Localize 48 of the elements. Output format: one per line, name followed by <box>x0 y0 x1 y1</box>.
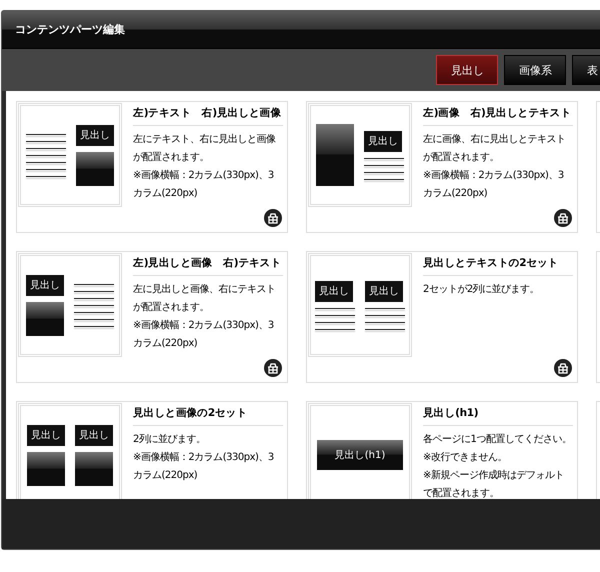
image-sample-icon <box>76 152 114 186</box>
heading-sample: 見出し <box>75 424 113 446</box>
image-sample-icon <box>75 452 113 486</box>
part-title: 左)テキスト 右)見出しと画像 <box>133 106 283 126</box>
part-description: ※画像横幅：2カラム(330px)、3カラム(220px) <box>133 168 275 201</box>
part-card[interactable]: 見出し 左)見出しと画像 右)テキスト 左に見出しと画像、右にテキストが配置されます。 ※画像横幅：2カラム(330px)、3カラム(220px) <box>16 251 288 383</box>
text-lines-icon <box>74 284 114 326</box>
part-title: 左)見出しと画像 右)テキスト <box>133 256 283 276</box>
part-description: 各ページに1つ配置してください。 <box>423 432 572 447</box>
image-sample-icon <box>27 452 65 486</box>
category-tab[interactable]: 画像系 <box>504 55 566 85</box>
category-tab[interactable]: 表 <box>572 55 600 85</box>
basket-icon[interactable] <box>554 359 572 377</box>
part-description: ※画像横幅：2カラム(330px)、3カラム(220px) <box>423 168 565 201</box>
heading-sample: 見出し <box>364 130 402 152</box>
heading-sample: 見出し <box>76 124 114 146</box>
image-sample-icon <box>316 124 354 186</box>
heading-sample: 見出し <box>27 424 65 446</box>
category-tab[interactable]: 見出し <box>436 55 498 85</box>
heading-sample: 見出し <box>315 280 353 302</box>
basket-icon[interactable] <box>264 209 282 227</box>
part-card[interactable]: 見出し 見出し 見出しとテキストの2セット 2セットが2列に並びます。 <box>306 251 578 383</box>
basket-icon[interactable] <box>554 209 572 227</box>
part-title: 見出しと画像の2セット <box>133 406 283 426</box>
image-sample-icon <box>26 302 64 336</box>
part-description: 2セットが2列に並びます。 <box>423 283 540 297</box>
basket-icon[interactable] <box>264 359 282 377</box>
part-description: 左にテキスト、右に見出しと画像が配置されます。 <box>133 132 276 165</box>
text-lines-icon <box>364 158 404 180</box>
text-lines-icon <box>365 308 405 330</box>
part-description: ※改行できません。 <box>423 451 508 465</box>
part-description: ※新規ページ作成時はデフォルトで配置されます。 <box>423 468 565 499</box>
text-lines-icon <box>26 134 66 176</box>
part-description: 左に画像、右に見出しとテキストが配置されます。 <box>423 132 566 165</box>
part-description: ※画像横幅：2カラム(330px)、3カラム(220px) <box>133 450 275 483</box>
heading-sample: 見出し(h1) <box>317 440 403 470</box>
part-description: 2列に並びます。 <box>133 433 206 447</box>
part-title: 見出しとテキストの2セット <box>423 256 573 276</box>
heading-sample: 見出し <box>26 274 64 296</box>
part-card[interactable]: 見出し 左)画像 右)見出しとテキスト 左に画像、右に見出しとテキストが配置されます。 ※画像横幅：2カラム(330px)、3カラム(220px) <box>306 101 578 233</box>
part-title: 左)画像 右)見出しとテキスト <box>423 106 573 126</box>
part-title: 見出し(h1) <box>423 406 573 426</box>
part-description: ※画像横幅：2カラム(330px)、3カラム(220px) <box>133 318 275 351</box>
heading-sample: 見出し <box>365 280 403 302</box>
window-title: コンテンツパーツ編集 <box>15 22 125 37</box>
part-card[interactable]: 見出し 左)テキスト 右)見出しと画像 左にテキスト、右に見出しと画像が配置されます。 ※画像横幅：2カラム(330px)、3カラム(220px) <box>16 101 288 233</box>
part-description: 左に見出しと画像、右にテキストが配置されます。 <box>133 282 276 315</box>
text-lines-icon <box>315 308 355 330</box>
